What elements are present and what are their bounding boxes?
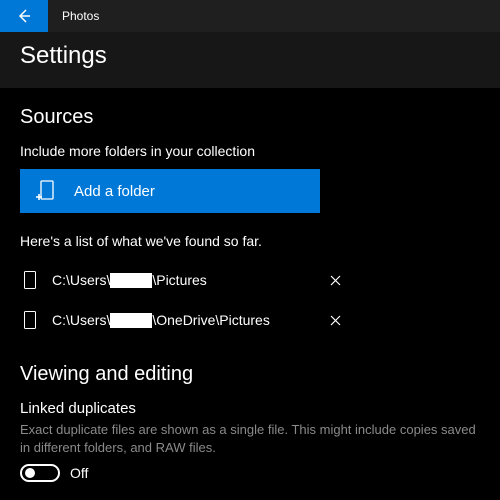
folder-path-suffix: \Pictures — [152, 272, 206, 288]
device-icon — [20, 271, 38, 289]
include-folders-label: Include more folders in your collection — [20, 143, 480, 159]
add-folder-button[interactable]: Add a folder — [20, 169, 320, 213]
content: Sources Include more folders in your col… — [0, 88, 500, 482]
folder-path: C:\Users\ \OneDrive\Pictures — [38, 312, 330, 328]
linked-duplicates-toggle-row: Off — [20, 464, 480, 482]
add-folder-label: Add a folder — [56, 183, 155, 200]
sources-heading: Sources — [20, 106, 480, 129]
folder-path: C:\Users\ \Pictures — [38, 272, 330, 288]
viewing-heading: Viewing and editing — [20, 363, 480, 386]
add-folder-icon — [36, 179, 56, 203]
titlebar: Photos — [0, 0, 500, 32]
page-header: Settings — [0, 32, 500, 88]
remove-folder-button[interactable] — [330, 315, 360, 326]
back-button[interactable] — [0, 0, 48, 32]
folder-path-prefix: C:\Users\ — [52, 312, 110, 328]
linked-duplicates-description: Exact duplicate files are shown as a sin… — [20, 421, 480, 456]
found-folders-label: Here's a list of what we've found so far… — [20, 233, 480, 249]
linked-duplicates-title: Linked duplicates — [20, 400, 480, 417]
app-title: Photos — [48, 9, 99, 23]
redacted-username — [110, 273, 152, 288]
device-icon — [20, 311, 38, 329]
back-arrow-icon — [16, 8, 32, 24]
toggle-state-label: Off — [70, 465, 88, 481]
remove-folder-button[interactable] — [330, 275, 360, 286]
close-icon — [330, 315, 341, 326]
redacted-username — [110, 313, 152, 328]
page-title: Settings — [20, 42, 480, 70]
linked-duplicates-toggle[interactable] — [20, 464, 60, 482]
folder-row: C:\Users\ \OneDrive\Pictures — [20, 303, 360, 337]
folder-path-prefix: C:\Users\ — [52, 272, 110, 288]
folder-path-suffix: \OneDrive\Pictures — [152, 312, 269, 328]
close-icon — [330, 275, 341, 286]
folder-row: C:\Users\ \Pictures — [20, 263, 360, 297]
